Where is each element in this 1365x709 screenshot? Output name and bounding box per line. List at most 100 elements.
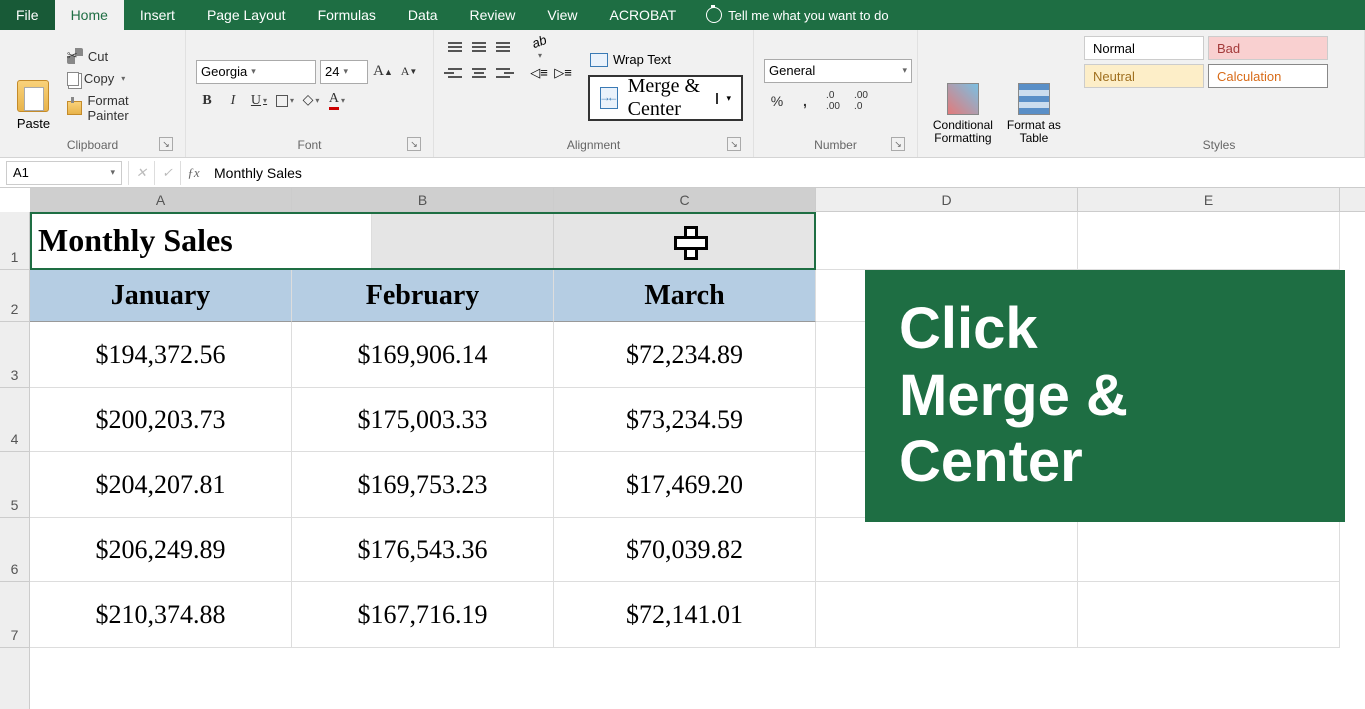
align-left[interactable] — [444, 62, 466, 84]
style-calculation[interactable]: Calculation — [1208, 64, 1328, 88]
row-headers: 1234567 — [0, 212, 30, 709]
col-header-E[interactable]: E — [1078, 188, 1340, 211]
tell-me[interactable]: Tell me what you want to do — [692, 0, 902, 30]
cancel-formula[interactable]: ✕ — [128, 161, 154, 185]
paste-button[interactable]: Paste — [10, 36, 57, 135]
data-C4[interactable]: $73,234.59 — [554, 388, 816, 452]
align-middle[interactable] — [468, 36, 490, 58]
row-header-1[interactable]: 1 — [0, 212, 29, 270]
align-bottom[interactable] — [492, 36, 514, 58]
tab-view[interactable]: View — [531, 0, 593, 30]
header-february[interactable]: February — [292, 270, 554, 322]
cell-D6[interactable] — [816, 518, 1078, 582]
tab-home[interactable]: Home — [55, 0, 124, 30]
align-center[interactable] — [468, 62, 490, 84]
row-header-2[interactable]: 2 — [0, 270, 29, 322]
increase-decimal[interactable]: .0.00 — [820, 89, 846, 113]
font-dialog[interactable]: ↘ — [407, 137, 421, 151]
col-header-D[interactable]: D — [816, 188, 1078, 211]
name-box[interactable]: A1▾ — [6, 161, 122, 185]
cell-E1[interactable] — [1078, 212, 1340, 270]
col-header-A[interactable]: A — [30, 188, 292, 211]
tab-acrobat[interactable]: ACROBAT — [594, 0, 693, 30]
decrease-font-button[interactable]: A▼ — [398, 61, 420, 83]
data-C7[interactable]: $72,141.01 — [554, 582, 816, 648]
tab-formulas[interactable]: Formulas — [302, 0, 392, 30]
group-clipboard: Paste ✂Cut Copy▾ Format Painter Clipboar… — [0, 30, 186, 157]
format-painter-button[interactable]: Format Painter — [63, 91, 175, 125]
data-A5[interactable]: $204,207.81 — [30, 452, 292, 518]
data-A4[interactable]: $200,203.73 — [30, 388, 292, 452]
number-format-combo[interactable]: General▾ — [764, 59, 912, 83]
data-A6[interactable]: $206,249.89 — [30, 518, 292, 582]
row-header-7[interactable]: 7 — [0, 582, 29, 648]
font-name-combo[interactable]: Georgia▾ — [196, 60, 316, 84]
data-B3[interactable]: $169,906.14 — [292, 322, 554, 388]
format-as-table-button[interactable]: Format as Table — [1004, 36, 1064, 149]
orientation-button[interactable]: ab▾ — [528, 36, 550, 58]
tab-file[interactable]: File — [0, 0, 55, 30]
formula-input[interactable] — [206, 161, 1365, 185]
row-header-3[interactable]: 3 — [0, 322, 29, 388]
tab-data[interactable]: Data — [392, 0, 454, 30]
border-button[interactable]: ▾ — [274, 90, 296, 112]
percent-button[interactable]: % — [764, 89, 790, 113]
cell-D1[interactable] — [816, 212, 1078, 270]
header-january[interactable]: January — [30, 270, 292, 322]
cell-D7[interactable] — [816, 582, 1078, 648]
column-headers: ABCDE — [30, 188, 1365, 212]
style-neutral[interactable]: Neutral — [1084, 64, 1204, 88]
row-header-6[interactable]: 6 — [0, 518, 29, 582]
tab-page-layout[interactable]: Page Layout — [191, 0, 302, 30]
bold-button[interactable]: B — [196, 90, 218, 112]
enter-formula[interactable]: ✓ — [154, 161, 180, 185]
data-C6[interactable]: $70,039.82 — [554, 518, 816, 582]
merge-dropdown[interactable]: ▾ — [716, 93, 731, 104]
underline-button[interactable]: U▾ — [248, 90, 270, 112]
data-B5[interactable]: $169,753.23 — [292, 452, 554, 518]
cell-title[interactable]: Monthly Sales — [30, 212, 372, 270]
row-header-4[interactable]: 4 — [0, 388, 29, 452]
paste-icon — [17, 80, 49, 112]
copy-button[interactable]: Copy▾ — [63, 69, 175, 88]
comma-button[interactable]: , — [792, 89, 818, 113]
font-size-combo[interactable]: 24▾ — [320, 60, 368, 84]
decrease-indent[interactable]: ◁≡ — [528, 62, 550, 84]
col-header-B[interactable]: B — [292, 188, 554, 211]
col-header-C[interactable]: C — [554, 188, 816, 211]
font-color-button[interactable]: A▾ — [326, 90, 348, 112]
number-group-label: Number — [814, 138, 857, 152]
fx-button[interactable]: ƒx — [180, 161, 206, 185]
conditional-formatting-button[interactable]: Conditional Formatting — [928, 36, 998, 149]
wrap-text-button[interactable]: Wrap Text — [588, 50, 743, 69]
lightbulb-icon — [706, 7, 722, 23]
style-bad[interactable]: Bad — [1208, 36, 1328, 60]
number-dialog[interactable]: ↘ — [891, 137, 905, 151]
decrease-decimal[interactable]: .00.0 — [848, 89, 874, 113]
increase-font-button[interactable]: A▲ — [372, 61, 394, 83]
data-B6[interactable]: $176,543.36 — [292, 518, 554, 582]
alignment-dialog[interactable]: ↘ — [727, 137, 741, 151]
data-C5[interactable]: $17,469.20 — [554, 452, 816, 518]
cell-C1[interactable] — [554, 212, 816, 270]
align-right[interactable] — [492, 62, 514, 84]
data-C3[interactable]: $72,234.89 — [554, 322, 816, 388]
style-normal[interactable]: Normal — [1084, 36, 1204, 60]
cell-E6[interactable] — [1078, 518, 1340, 582]
cell-E7[interactable] — [1078, 582, 1340, 648]
header-march[interactable]: March — [554, 270, 816, 322]
data-A3[interactable]: $194,372.56 — [30, 322, 292, 388]
clipboard-dialog[interactable]: ↘ — [159, 137, 173, 151]
row-header-5[interactable]: 5 — [0, 452, 29, 518]
fill-color-button[interactable]: ◇▾ — [300, 90, 322, 112]
italic-button[interactable]: I — [222, 90, 244, 112]
cut-button[interactable]: ✂Cut — [63, 46, 175, 66]
data-B7[interactable]: $167,716.19 — [292, 582, 554, 648]
merge-center-button[interactable]: Merge & Center ▾ — [588, 75, 743, 121]
data-B4[interactable]: $175,003.33 — [292, 388, 554, 452]
tab-insert[interactable]: Insert — [124, 0, 191, 30]
increase-indent[interactable]: ▷≡ — [552, 62, 574, 84]
tab-review[interactable]: Review — [454, 0, 532, 30]
align-top[interactable] — [444, 36, 466, 58]
data-A7[interactable]: $210,374.88 — [30, 582, 292, 648]
